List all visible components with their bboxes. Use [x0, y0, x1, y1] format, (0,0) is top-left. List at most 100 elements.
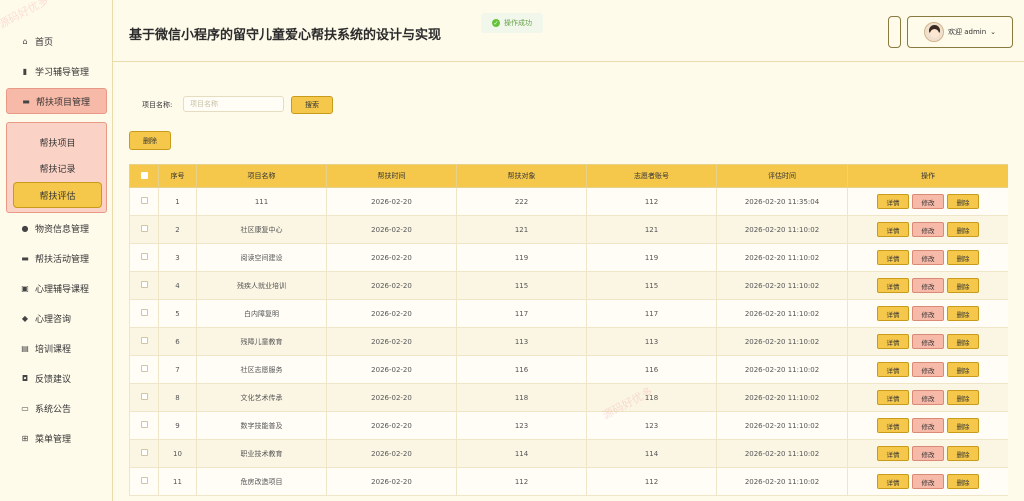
delete-button[interactable]: 删除: [947, 446, 979, 461]
edit-button[interactable]: 修改: [912, 418, 944, 433]
row-checkbox[interactable]: [140, 421, 148, 428]
delete-button[interactable]: 删除: [947, 278, 979, 293]
detail-button[interactable]: 详情: [877, 222, 909, 237]
delete-button[interactable]: 删除: [947, 418, 979, 433]
sidebar-item-supplies[interactable]: ● 物资信息管理: [6, 215, 107, 241]
sidebar-item-menu[interactable]: ⊞ 菜单管理: [6, 425, 107, 451]
table-row: 8 文化艺术传承 2026-02-20 118 118 2026-02-20 11:10:…: [129, 383, 1008, 412]
row-select-cell[interactable]: [129, 467, 159, 496]
sidebar-item-project[interactable]: ▬ 帮扶项目管理: [6, 88, 107, 114]
user-menu[interactable]: 欢迎 admin ⌄: [907, 16, 1013, 48]
table-row: 6 残障儿童教育 2026-02-20 113 113 2026-02-20 11:10:…: [129, 327, 1008, 356]
edit-button[interactable]: 修改: [912, 278, 944, 293]
delete-button[interactable]: 删除: [947, 390, 979, 405]
sidebar-item-training[interactable]: ▤ 培训课程: [6, 335, 107, 361]
row-select-cell[interactable]: [129, 411, 159, 440]
detail-button[interactable]: 详情: [877, 194, 909, 209]
edit-button[interactable]: 修改: [912, 222, 944, 237]
row-select-cell[interactable]: [129, 271, 159, 300]
row-select-cell[interactable]: [129, 383, 159, 412]
submenu-item-project[interactable]: 帮扶项目: [13, 129, 102, 155]
cell-date: 2026-02-20: [326, 467, 457, 496]
delete-batch-button[interactable]: 删除: [129, 131, 171, 150]
row-checkbox[interactable]: [140, 281, 148, 288]
sidebar-item-notice[interactable]: ▭ 系统公告: [6, 395, 107, 421]
delete-button[interactable]: 删除: [947, 194, 979, 209]
detail-button[interactable]: 详情: [877, 250, 909, 265]
row-select-cell[interactable]: [129, 299, 159, 328]
sidebar-item-consult[interactable]: ◆ 心理咨询: [6, 305, 107, 331]
sidebar-item-home[interactable]: ⌂ 首页: [6, 28, 107, 54]
header-collapse-button[interactable]: [888, 16, 901, 48]
row-checkbox[interactable]: [140, 365, 148, 372]
row-checkbox[interactable]: [140, 393, 148, 400]
sidebar-item-activity[interactable]: ▬ 帮扶活动管理: [6, 245, 107, 271]
detail-button[interactable]: 详情: [877, 390, 909, 405]
table-row: 5 白内障复明 2026-02-20 117 117 2026-02-20 11:10:0…: [129, 299, 1008, 328]
row-select-cell[interactable]: [129, 327, 159, 356]
row-select-cell[interactable]: [129, 355, 159, 384]
delete-button[interactable]: 删除: [947, 362, 979, 377]
detail-button[interactable]: 详情: [877, 446, 909, 461]
edit-button[interactable]: 修改: [912, 362, 944, 377]
cell-account: 115: [586, 271, 717, 300]
row-checkbox[interactable]: [140, 477, 148, 484]
delete-button[interactable]: 删除: [947, 222, 979, 237]
edit-button[interactable]: 修改: [912, 474, 944, 489]
cell-actions: 详情 修改 删除: [847, 243, 1008, 272]
data-table: 序号 项目名称 帮扶时间 帮扶对象 志愿者账号 评估时间 操作 1 111 2026…: [129, 164, 1008, 501]
submenu-item-record[interactable]: 帮扶记录: [13, 155, 102, 181]
detail-button[interactable]: 详情: [877, 362, 909, 377]
edit-button[interactable]: 修改: [912, 194, 944, 209]
cell-no: 5: [158, 299, 197, 328]
row-checkbox[interactable]: [140, 449, 148, 456]
search-button[interactable]: 搜索: [291, 96, 333, 114]
select-all-checkbox[interactable]: [140, 171, 148, 179]
table-row: 4 残疾人就业培训 2026-02-20 115 115 2026-02-20 11:10…: [129, 271, 1008, 300]
delete-button[interactable]: 删除: [947, 250, 979, 265]
row-checkbox[interactable]: [140, 197, 148, 204]
cell-name: 文化艺术传承: [196, 383, 327, 412]
detail-button[interactable]: 详情: [877, 306, 909, 321]
sidebar-item-label: 物资信息管理: [35, 224, 90, 235]
cell-account: 119: [586, 243, 717, 272]
sidebar-item-study[interactable]: ▮ 学习辅导管理: [6, 58, 107, 84]
cell-no: 4: [158, 271, 197, 300]
row-select-cell[interactable]: [129, 439, 159, 468]
delete-button[interactable]: 删除: [947, 334, 979, 349]
row-select-cell[interactable]: [129, 187, 159, 216]
detail-button[interactable]: 详情: [877, 334, 909, 349]
cell-name: 阅读空间建设: [196, 243, 327, 272]
cell-target: 119: [456, 243, 587, 272]
edit-button[interactable]: 修改: [912, 250, 944, 265]
sidebar-item-label: 反馈建议: [35, 374, 72, 385]
edit-button[interactable]: 修改: [912, 306, 944, 321]
table-row: 7 社区志愿服务 2026-02-20 116 116 2026-02-20 11:10:…: [129, 355, 1008, 384]
sidebar-item-label: 帮扶项目管理: [36, 97, 91, 108]
detail-button[interactable]: 详情: [877, 278, 909, 293]
sidebar-item-feedback[interactable]: ◘ 反馈建议: [6, 365, 107, 391]
search-input[interactable]: [183, 96, 284, 112]
delete-button[interactable]: 删除: [947, 474, 979, 489]
row-checkbox[interactable]: [140, 337, 148, 344]
edit-button[interactable]: 修改: [912, 334, 944, 349]
toast-message: 操作成功: [504, 19, 532, 27]
detail-button[interactable]: 详情: [877, 418, 909, 433]
detail-button[interactable]: 详情: [877, 474, 909, 489]
table-row: 1 111 2026-02-20 222 112 2026-02-20 11:35:04 详…: [129, 187, 1008, 216]
row-checkbox[interactable]: [140, 225, 148, 232]
cell-name: 社区康复中心: [196, 215, 327, 244]
edit-button[interactable]: 修改: [912, 446, 944, 461]
cell-name: 社区志愿服务: [196, 355, 327, 384]
select-all-cell[interactable]: [129, 164, 159, 188]
delete-button[interactable]: 删除: [947, 306, 979, 321]
edit-button[interactable]: 修改: [912, 390, 944, 405]
sidebar-item-psych-course[interactable]: ▣ 心理辅导课程: [6, 275, 107, 301]
submenu-item-evaluation[interactable]: 帮扶评估: [13, 182, 102, 208]
row-checkbox[interactable]: [140, 309, 148, 316]
row-select-cell[interactable]: [129, 243, 159, 272]
row-select-cell[interactable]: [129, 215, 159, 244]
row-checkbox[interactable]: [140, 253, 148, 260]
cell-account: 112: [586, 467, 717, 496]
table-row: 2 社区康复中心 2026-02-20 121 121 2026-02-20 11:10:…: [129, 215, 1008, 244]
